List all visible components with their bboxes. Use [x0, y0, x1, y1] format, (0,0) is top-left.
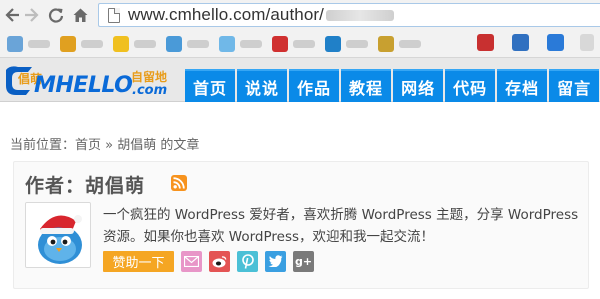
svg-text:自留地: 自留地: [131, 69, 167, 84]
site-logo[interactable]: 倡萌 MHELLO 自留地 .com: [4, 64, 184, 98]
bookmark-item[interactable]: [7, 35, 53, 53]
mail-icon[interactable]: [181, 250, 202, 272]
support-button[interactable]: 赞助一下: [103, 250, 174, 272]
bookmark-favicon-icon: [7, 36, 23, 52]
weibo-icon[interactable]: [209, 250, 230, 272]
bookmark-item[interactable]: [325, 35, 371, 53]
author-bio: 一个疯狂的 WordPress 爱好者，喜欢折腾 WordPress 主题，分享…: [103, 207, 579, 245]
svg-text:MHELLO: MHELLO: [34, 73, 132, 98]
avatar[interactable]: [25, 202, 91, 268]
reload-icon[interactable]: [46, 5, 66, 25]
bookmark-overflow-icon[interactable]: [580, 34, 594, 51]
google-plus-icon[interactable]: g+: [293, 250, 314, 272]
breadcrumb-home-link[interactable]: 首页: [75, 138, 101, 153]
breadcrumb-current: 胡倡萌 的文章: [117, 138, 200, 153]
bookmark-item[interactable]: [166, 35, 212, 53]
bookmark-favicon-icon: [60, 36, 76, 52]
breadcrumb: 当前位置：首页 » 胡倡萌 的文章: [10, 134, 199, 153]
home-icon[interactable]: [70, 5, 90, 25]
bookmark-favicon-icon[interactable]: [477, 34, 494, 51]
bookmark-item[interactable]: [272, 35, 318, 53]
page-icon: [108, 7, 120, 23]
url-text: www.cmhello.com/author/: [128, 5, 324, 24]
bookmark-favicon-icon[interactable]: [512, 34, 529, 51]
bookmark-item[interactable]: [113, 35, 159, 53]
back-arrow-icon[interactable]: [2, 5, 22, 25]
nav-item-tutorials[interactable]: 教程: [341, 69, 392, 102]
site-header: 倡萌 MHELLO 自留地 .com 首页 说说 作品 教程 网络 代码 存档 …: [0, 58, 600, 102]
pinterest-icon[interactable]: [237, 250, 258, 272]
bookmark-favicon-icon: [113, 36, 129, 52]
bookmark-favicon-icon: [219, 36, 235, 52]
breadcrumb-separator: »: [101, 138, 118, 153]
rss-icon[interactable]: [171, 175, 187, 191]
svg-text:.com: .com: [132, 83, 167, 98]
main-nav: 首页 说说 作品 教程 网络 代码 存档 留言: [185, 69, 600, 102]
bookmark-favicon-icon: [166, 36, 182, 52]
address-bar[interactable]: www.cmhello.com/author/: [98, 3, 600, 27]
breadcrumb-prefix: 当前位置：: [10, 138, 76, 153]
author-box: 作者：胡倡萌 一个疯狂的 WordPress 爱好者，喜欢折腾 WordPres…: [13, 161, 589, 289]
author-title: 作者：胡倡萌: [25, 175, 146, 197]
bookmark-favicon-icon[interactable]: [547, 34, 564, 51]
nav-item-works[interactable]: 作品: [289, 69, 340, 102]
bookmark-favicon-icon: [378, 36, 394, 52]
nav-item-guestbook[interactable]: 留言: [549, 69, 600, 102]
nav-item-code[interactable]: 代码: [445, 69, 496, 102]
bookmark-item[interactable]: [60, 35, 106, 53]
forward-arrow-icon[interactable]: [22, 5, 42, 25]
nav-item-network[interactable]: 网络: [393, 69, 444, 102]
nav-item-home[interactable]: 首页: [185, 69, 236, 102]
twitter-icon[interactable]: [265, 250, 286, 272]
bookmark-favicon-icon: [272, 36, 288, 52]
nav-item-talk[interactable]: 说说: [237, 69, 288, 102]
nav-item-archive[interactable]: 存档: [497, 69, 548, 102]
url-redacted: [325, 9, 394, 21]
bookmark-item[interactable]: [219, 35, 265, 53]
bookmark-favicon-icon: [325, 36, 341, 52]
author-actions: 赞助一下 g+: [103, 250, 321, 272]
browser-chrome: www.cmhello.com/author/: [0, 0, 600, 58]
bookmarks-bar: [0, 31, 600, 57]
bookmark-item[interactable]: [378, 35, 424, 53]
